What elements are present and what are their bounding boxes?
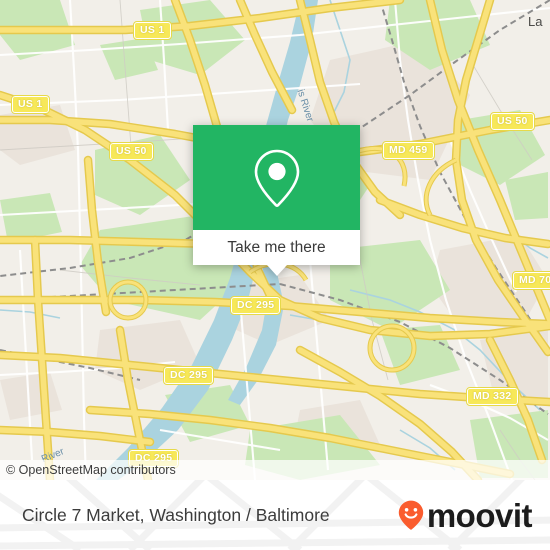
osm-attribution[interactable]: © OpenStreetMap contributors — [0, 460, 550, 480]
road-shield: MD 332 — [466, 387, 519, 406]
road-shield: DC 295 — [229, 296, 282, 315]
moovit-map-screenshot: US 1 US 1 US 50 MD 459 US 50 MD 704 DC 2… — [0, 0, 550, 550]
popup-tail — [266, 265, 287, 276]
location-popup-card[interactable]: Take me there — [193, 125, 360, 276]
location-pin-icon — [254, 149, 299, 207]
take-me-there-button[interactable]: Take me there — [193, 230, 360, 276]
take-me-there-label: Take me there — [227, 238, 326, 256]
road-shield: MD 459 — [382, 141, 435, 160]
road-shield: US 50 — [109, 142, 154, 161]
road-shield: US 50 — [490, 112, 535, 131]
footer-bar: Circle 7 Market, Washington / Baltimore … — [0, 480, 550, 550]
moovit-wordmark: moovit — [426, 496, 533, 534]
road-shield: US 1 — [11, 95, 50, 114]
popup-icon-area — [193, 125, 360, 230]
moovit-logo[interactable]: moovit — [398, 480, 533, 550]
road-shield: DC 295 — [162, 366, 215, 385]
road-shield: US 1 — [133, 21, 172, 40]
page-title: Circle 7 Market, Washington / Baltimore — [22, 504, 330, 525]
moovit-smile-pin-icon — [398, 500, 424, 530]
place-label: La — [528, 14, 543, 29]
road-shield: MD 704 — [512, 271, 550, 290]
